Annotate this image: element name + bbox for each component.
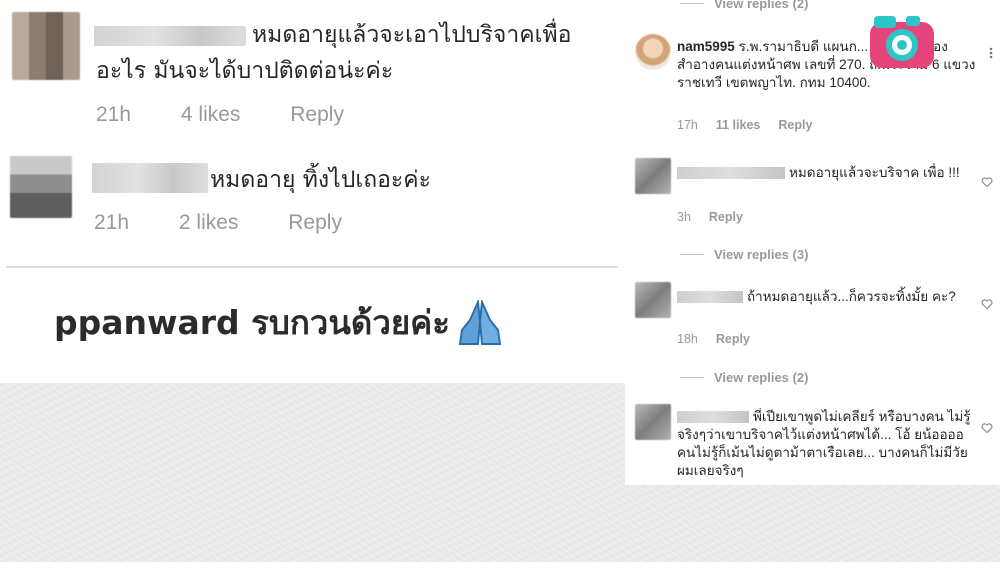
avatar-blurred[interactable] (635, 282, 671, 318)
divider (6, 266, 618, 268)
left-comments-panel: หมดอายุแล้วจะเอาไปบริจาคเพื่อ อะไร มันจะ… (0, 0, 625, 383)
comment-username[interactable]: nam5995 (677, 39, 735, 54)
comment-meta: 18h Reply (677, 332, 750, 346)
comment-meta: 21h 2 likes Reply (94, 211, 386, 235)
comment-time: 17h (677, 118, 698, 132)
more-options-icon[interactable] (986, 46, 996, 60)
comment-likes[interactable]: 2 likes (179, 211, 239, 234)
reply-button[interactable]: Reply (290, 103, 344, 126)
heart-icon[interactable] (981, 298, 993, 310)
comment-text: ถ้าหมดอายุแล้ว...ก็ควรจะทิ้งมั้ย คะ? (677, 288, 977, 306)
comment-meta: 17h 11 likes Reply (677, 118, 812, 132)
comment-likes[interactable]: 11 likes (716, 118, 761, 132)
comment-time: 3h (677, 210, 691, 224)
comment-text: พี่เปียเขาพูดไม่เคลียร์ หรือบางคน ไม่รู้… (677, 408, 977, 480)
comment-time: 18h (677, 332, 698, 346)
comment-body: หมดอายุแล้วจะบริจาค เพื่อ !!! (789, 165, 960, 180)
username-redacted (677, 411, 749, 424)
comment-text-line2: อะไร มันจะได้บาปติดต่อน่ะค่ะ (96, 58, 394, 84)
avatar-blurred[interactable] (635, 404, 671, 440)
comment-text-line1: หมดอายุ ทิ้งไปเถอะค่ะ (210, 167, 432, 193)
comment-time: 21h (94, 211, 130, 234)
avatar[interactable] (635, 34, 671, 70)
comment-text-line1: หมดอายุแล้วจะเอาไปบริจาคเพื่อ (252, 22, 572, 48)
reply-button[interactable]: Reply (288, 211, 342, 234)
reply-button[interactable]: Reply (709, 210, 743, 224)
comment-meta: 21h 4 likes Reply (96, 103, 388, 127)
avatar-blurred[interactable] (10, 156, 72, 218)
heart-icon[interactable] (981, 422, 993, 434)
caption-text: ppanward รบกวนด้วยค่ะ (54, 296, 504, 349)
view-replies-link[interactable]: View replies (3) (680, 247, 808, 262)
comment-meta: 3h Reply (677, 210, 743, 224)
username-redacted (677, 167, 785, 180)
comment-text: หมดอายุแล้วจะบริจาค เพื่อ !!! (677, 164, 977, 182)
camera-logo-icon (870, 16, 934, 68)
avatar-blurred[interactable] (12, 12, 80, 80)
reply-button[interactable]: Reply (778, 118, 812, 132)
comment-time: 21h (96, 103, 132, 126)
reply-button[interactable]: Reply (716, 332, 750, 346)
comment-likes[interactable]: 4 likes (181, 103, 241, 126)
avatar-blurred[interactable] (635, 158, 671, 194)
username-redacted (94, 26, 246, 46)
view-replies-link[interactable]: View replies (2) (680, 370, 808, 385)
caption-label: ppanward รบกวนด้วยค่ะ (54, 303, 450, 342)
folded-hands-icon (458, 299, 502, 345)
view-replies-link[interactable]: View replies (2) (680, 0, 808, 11)
comment-body: ถ้าหมดอายุแล้ว...ก็ควรจะทิ้งมั้ย คะ? (747, 289, 956, 304)
heart-icon[interactable] (981, 176, 993, 188)
right-comments-panel: View replies (2) nam5995 ร.พ.รามาธิบดี แ… (625, 0, 1000, 485)
username-redacted (92, 163, 208, 193)
username-redacted (677, 291, 743, 304)
